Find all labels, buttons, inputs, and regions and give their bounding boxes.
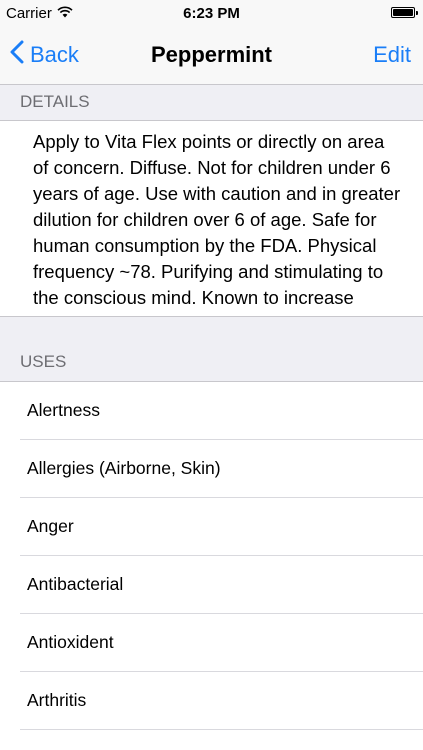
details-text: Apply to Vita Flex points or directly on…	[33, 131, 401, 308]
status-time: 6:23 PM	[183, 5, 240, 22]
list-item[interactable]: Allergies (Airborne, Skin)	[0, 440, 423, 498]
list-item[interactable]: Antibacterial	[0, 556, 423, 614]
page-title: Peppermint	[150, 42, 273, 67]
edit-button[interactable]: Edit	[373, 42, 411, 68]
list-item[interactable]: Anger	[0, 498, 423, 556]
list-item[interactable]: Arthritis	[0, 672, 423, 730]
uses-section-header: USES	[0, 317, 423, 382]
battery-icon	[391, 7, 418, 18]
uses-list: Alertness Allergies (Airborne, Skin) Ang…	[0, 382, 423, 730]
list-item[interactable]: Alertness	[0, 382, 423, 440]
details-section-header: DETAILS	[0, 85, 423, 121]
details-text-area[interactable]: Apply to Vita Flex points or directly on…	[0, 121, 423, 317]
status-bar: Carrier 6:23 PM	[0, 0, 423, 28]
list-item[interactable]: Antioxident	[0, 614, 423, 672]
navigation-bar: Back Peppermint Edit	[0, 28, 423, 85]
